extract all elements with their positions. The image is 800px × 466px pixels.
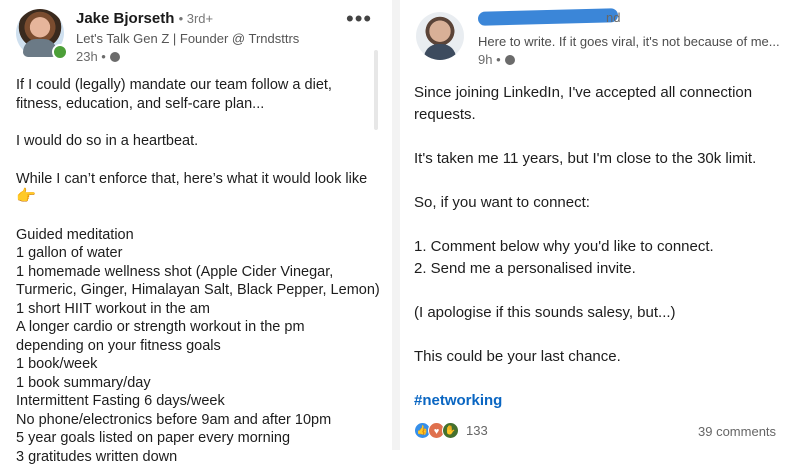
reaction-count[interactable]: 133	[466, 423, 488, 438]
author-name[interactable]: Jake Bjorseth	[76, 10, 174, 27]
globe-icon	[505, 55, 515, 65]
list-item: 1 homemade wellness shot (Apple Cider Vi…	[16, 263, 384, 282]
post-text-line: fitness, education, and self-care plan..…	[16, 95, 384, 114]
author-name-partial: nd	[606, 10, 620, 25]
divider	[392, 0, 400, 450]
list-item: 2. Send me a personalised invite.	[414, 258, 786, 280]
post-text-line: So, if you want to connect:	[414, 192, 786, 214]
post-meta: 23h •	[76, 49, 120, 64]
routine-list: Guided meditation1 gallon of water1 home…	[16, 226, 384, 466]
post-time: 9h •	[478, 52, 501, 67]
post-text-line: I would do so in a heartbeat.	[16, 132, 384, 151]
connection-degree: • 3rd+	[179, 11, 214, 26]
list-item: 1. Comment below why you'd like to conne…	[414, 236, 786, 258]
screenshot-page: Jake Bjorseth • 3rd+ Let's Talk Gen Z | …	[0, 0, 800, 450]
list-item: 1 book/week	[16, 355, 384, 374]
author-avatar[interactable]	[416, 12, 464, 60]
list-item: depending on your fitness goals	[16, 337, 384, 356]
post-text-line: This could be your last chance.	[414, 346, 786, 368]
list-item: Turmeric, Ginger, Himalayan Salt, Black …	[16, 281, 384, 300]
author-headline: Let's Talk Gen Z | Founder @ Trndsttrs	[76, 31, 299, 46]
comments-count-link[interactable]: 39 comments	[698, 424, 776, 439]
globe-icon	[110, 52, 120, 62]
celebrate-icon: ✋	[442, 422, 459, 439]
post-time: 23h •	[76, 49, 106, 64]
pointing-down-icon: 👉	[16, 188, 36, 207]
author-headline: Here to write. If it goes viral, it's no…	[478, 34, 780, 49]
list-item: Intermittent Fasting 6 days/week	[16, 392, 384, 411]
reactions-summary[interactable]: 👍 ♥ ✋ 133	[414, 422, 488, 439]
post-text-line: It's taken me 11 years, but I'm close to…	[414, 148, 786, 170]
post-meta: 9h •	[478, 52, 515, 67]
post-text-line: (I apologise if this sounds salesy, but.…	[414, 302, 786, 324]
list-item: A longer cardio or strength workout in t…	[16, 318, 384, 337]
post-text-line: While I can’t enforce that, here’s what …	[16, 170, 384, 189]
list-item: 3 gratitudes written down	[16, 448, 384, 466]
author-name-row: Jake Bjorseth • 3rd+	[76, 10, 213, 27]
hashtag-link[interactable]: #networking	[414, 390, 786, 412]
more-options-button[interactable]: •••	[346, 8, 372, 30]
post-text-line: If I could (legally) mandate our team fo…	[16, 76, 384, 95]
list-item: No phone/electronics before 9am and afte…	[16, 411, 384, 430]
post-body: If I could (legally) mandate our team fo…	[16, 76, 384, 466]
post-text-line: Since joining LinkedIn, I've accepted al…	[414, 82, 786, 104]
post-body: Since joining LinkedIn, I've accepted al…	[414, 82, 786, 412]
list-item: Guided meditation	[16, 226, 384, 245]
list-item: 1 book summary/day	[16, 374, 384, 393]
list-item: 5 year goals listed on paper every morni…	[16, 429, 384, 448]
post-text-line: requests.	[414, 104, 786, 126]
online-status-icon	[52, 44, 68, 60]
list-item: 1 gallon of water	[16, 244, 384, 263]
list-item: 1 short HIIT workout in the am	[16, 300, 384, 319]
